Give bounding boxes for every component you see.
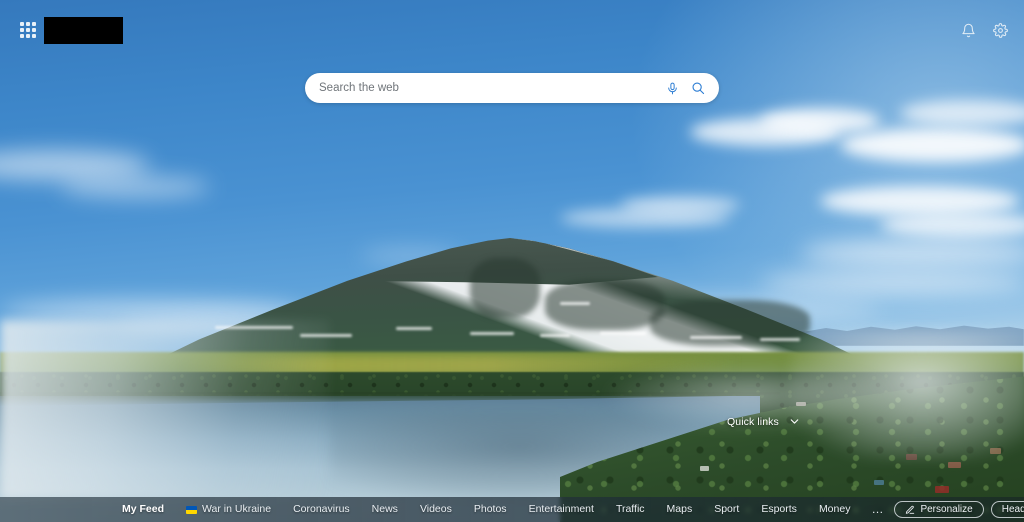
nav-item-label: Esports <box>761 503 797 515</box>
grid-dot <box>26 34 30 38</box>
grid-dot <box>20 34 24 38</box>
grid-dot <box>26 28 30 32</box>
nav-item-sport[interactable]: Sport <box>703 497 750 522</box>
grid-dot <box>32 28 36 32</box>
nav-item-label: Money <box>818 503 851 515</box>
nav-item-label: War in Ukraine <box>202 503 272 515</box>
cloud <box>820 186 1020 216</box>
nav-item-label: Maps <box>666 503 693 515</box>
house-roof <box>935 486 949 493</box>
grid-dot <box>20 22 24 26</box>
magnifier-icon[interactable] <box>685 75 711 101</box>
nav-item-label: Traffic <box>615 503 645 515</box>
nav-item-photos[interactable]: Photos <box>463 497 518 522</box>
density-select[interactable]: Headings only <box>990 501 1024 518</box>
house-roof <box>874 480 884 485</box>
personalize-button[interactable]: Personalize <box>894 501 984 518</box>
nav-item-label: Coronavirus <box>293 503 350 515</box>
fuji-shadow <box>545 280 665 330</box>
grid-apps-icon[interactable] <box>20 22 36 38</box>
fuji-snow-streak <box>560 302 590 305</box>
quick-links-label: Quick links <box>727 415 779 428</box>
house-roof <box>700 466 709 471</box>
redacted-logo-block <box>44 17 123 44</box>
pencil-edit-icon <box>905 505 915 515</box>
nav-item-money[interactable]: Money <box>808 497 862 522</box>
haze-left <box>0 320 330 500</box>
nav-item-war-in-ukraine[interactable]: War in Ukraine <box>175 497 282 522</box>
nav-item-label: News <box>371 503 398 515</box>
nav-item-my-feed[interactable]: My Feed <box>111 497 175 522</box>
nav-item-esports[interactable]: Esports <box>750 497 808 522</box>
nav-overflow-button[interactable]: … <box>861 497 894 522</box>
nav-items: My Feed War in Ukraine Coronavirus News … <box>111 497 894 522</box>
ukraine-flag-icon <box>186 505 198 514</box>
top-bar <box>0 0 1024 60</box>
gear-icon[interactable] <box>990 20 1010 40</box>
cloud <box>620 196 740 214</box>
search-area <box>0 73 1024 103</box>
flag-yellow-stripe <box>186 509 198 514</box>
cloud <box>760 108 880 134</box>
nav-item-label: Entertainment <box>528 503 594 515</box>
nav-item-videos[interactable]: Videos <box>409 497 463 522</box>
search-box[interactable] <box>305 73 719 103</box>
nav-item-coronavirus[interactable]: Coronavirus <box>282 497 361 522</box>
fuji-shadow <box>470 258 540 318</box>
nav-item-entertainment[interactable]: Entertainment <box>518 497 605 522</box>
fuji-snow-streak <box>600 332 646 335</box>
search-input[interactable] <box>319 73 659 103</box>
nav-item-label: Sport <box>714 503 740 515</box>
bottom-nav-bar: My Feed War in Ukraine Coronavirus News … <box>0 497 1024 522</box>
nav-item-maps[interactable]: Maps <box>656 497 704 522</box>
fuji-snow-streak <box>690 336 742 339</box>
personalize-label: Personalize <box>920 504 973 515</box>
nav-item-traffic[interactable]: Traffic <box>605 497 656 522</box>
grid-dot <box>20 28 24 32</box>
top-bar-actions <box>958 20 1010 40</box>
fuji-snow-streak <box>396 327 432 330</box>
cloud <box>840 128 1024 162</box>
nav-item-label: Videos <box>419 503 452 515</box>
chevron-down-icon[interactable] <box>788 415 801 428</box>
cloud <box>760 272 1024 294</box>
nav-item-news[interactable]: News <box>361 497 409 522</box>
quick-links-toggle[interactable]: Quick links <box>727 415 801 428</box>
house-roof <box>948 462 961 468</box>
cloud <box>800 240 1024 266</box>
nav-item-label: Photos <box>473 503 507 515</box>
grid-dot <box>26 22 30 26</box>
bottom-nav-actions: Personalize Headings only <box>894 501 1024 518</box>
microphone-icon[interactable] <box>659 75 685 101</box>
fuji-snow-streak <box>540 334 570 337</box>
bell-icon[interactable] <box>958 20 978 40</box>
nav-item-label: My Feed <box>122 503 165 515</box>
grid-dot <box>32 22 36 26</box>
grid-dot <box>32 34 36 38</box>
fuji-snow-streak <box>470 332 514 335</box>
density-select-value: Headings only <box>1001 504 1024 515</box>
cloud <box>60 176 210 198</box>
